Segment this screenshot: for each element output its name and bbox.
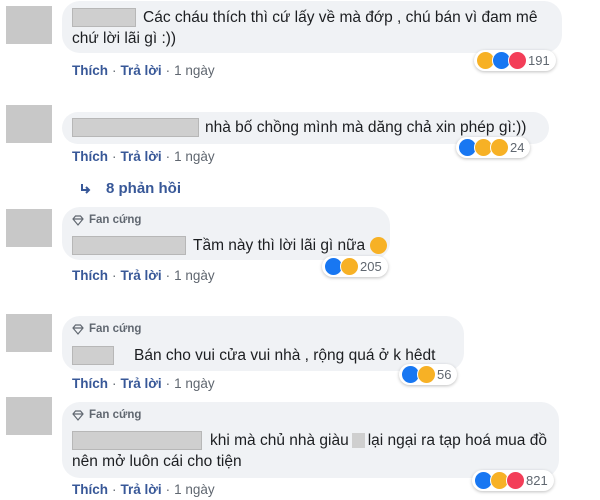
fan-badge: Fan cứng: [89, 323, 142, 335]
avatar[interactable]: [6, 314, 52, 352]
comment-bubble: Các cháu thích thì cứ lấy về mà đớp , ch…: [62, 1, 562, 53]
reaction-summary[interactable]: 821: [472, 470, 554, 491]
blurred-emoji: [351, 433, 365, 449]
comment-text: nên mở luôn cái cho tiện: [72, 453, 242, 470]
comment-time[interactable]: 1 ngày: [174, 149, 215, 164]
view-replies-link[interactable]: 8 phản hồi: [80, 180, 181, 197]
laughing-emoji: [370, 237, 388, 255]
haha-reaction-icon: [417, 365, 436, 384]
diamond-icon: [72, 323, 84, 335]
comment-time[interactable]: 1 ngày: [174, 268, 215, 283]
redacted-name: [72, 118, 199, 138]
comment-bubble: Fan cứng Bán cho vui cửa vui nhà , rộng …: [62, 316, 464, 371]
comment-time[interactable]: 1 ngày: [174, 376, 215, 391]
avatar[interactable]: [6, 105, 52, 143]
reply-arrow-icon: [81, 183, 91, 194]
comment-actions: Thích · Trả lời · 1 ngày: [72, 268, 215, 283]
reaction-summary[interactable]: 191: [474, 50, 556, 71]
reaction-count: 56: [437, 367, 452, 382]
fan-badge: Fan cứng: [89, 214, 142, 226]
like-link[interactable]: Thích: [72, 268, 108, 283]
reaction-summary[interactable]: 205: [322, 256, 388, 277]
reply-link[interactable]: Trả lời: [121, 268, 162, 283]
fan-badge: Fan cứng: [89, 409, 142, 421]
comment-bubble: Fan cứng Tầm này thì lời lãi gì nữa: [62, 207, 390, 260]
diamond-icon: [72, 409, 84, 421]
comment-text: chứ lời lãi gì :)): [72, 30, 177, 47]
comment-time[interactable]: 1 ngày: [174, 482, 215, 497]
diamond-icon: [72, 214, 84, 226]
sad-reaction-icon: [490, 138, 509, 157]
comment-actions: Thích · Trả lời · 1 ngày: [72, 63, 215, 78]
comment-text: nhà bố chồng mình mà dăng chả xin phép g…: [205, 119, 527, 136]
reaction-summary[interactable]: 56: [399, 364, 458, 385]
reply-link[interactable]: Trả lời: [121, 482, 162, 497]
avatar[interactable]: [6, 6, 52, 44]
redacted-name: [72, 236, 186, 256]
avatar[interactable]: [6, 397, 52, 435]
comment-bubble: Fan cứng khi mà chủ nhà giàu lại ngại ra …: [62, 402, 559, 478]
comment-text: Các cháu thích thì cứ lấy về mà đớp , ch…: [143, 9, 538, 26]
reaction-count: 24: [510, 140, 525, 155]
reaction-count: 191: [528, 53, 550, 68]
love-reaction-icon: [506, 471, 525, 490]
reply-link[interactable]: Trả lời: [121, 149, 162, 164]
reaction-count: 205: [360, 259, 382, 274]
reaction-count: 821: [526, 473, 548, 488]
haha-reaction-icon: [340, 257, 359, 276]
redacted-name: [72, 346, 114, 366]
redacted-name: [72, 8, 136, 28]
comment-text: lại ngại ra tạp hoá mua đồ: [367, 432, 547, 449]
comment-time[interactable]: 1 ngày: [174, 63, 215, 78]
avatar[interactable]: [6, 209, 52, 247]
reaction-summary[interactable]: 24: [456, 137, 531, 158]
comment-text: Tầm này thì lời lãi gì nữa: [193, 237, 366, 254]
reply-link[interactable]: Trả lời: [121, 376, 162, 391]
love-reaction-icon: [508, 51, 527, 70]
like-link[interactable]: Thích: [72, 376, 108, 391]
comment-actions: Thích · Trả lời · 1 ngày: [72, 482, 215, 497]
comment-actions: Thích · Trả lời · 1 ngày: [72, 149, 215, 164]
comment-text: khi mà chủ nhà giàu: [210, 432, 349, 449]
reply-link[interactable]: Trả lời: [121, 63, 162, 78]
redacted-name: [72, 431, 202, 451]
like-link[interactable]: Thích: [72, 149, 108, 164]
like-link[interactable]: Thích: [72, 63, 108, 78]
comment-actions: Thích · Trả lời · 1 ngày: [72, 376, 215, 391]
replies-label: 8 phản hồi: [106, 180, 181, 197]
like-link[interactable]: Thích: [72, 482, 108, 497]
comment-text: Bán cho vui cửa vui nhà , rộng quá ở k h…: [134, 347, 436, 364]
